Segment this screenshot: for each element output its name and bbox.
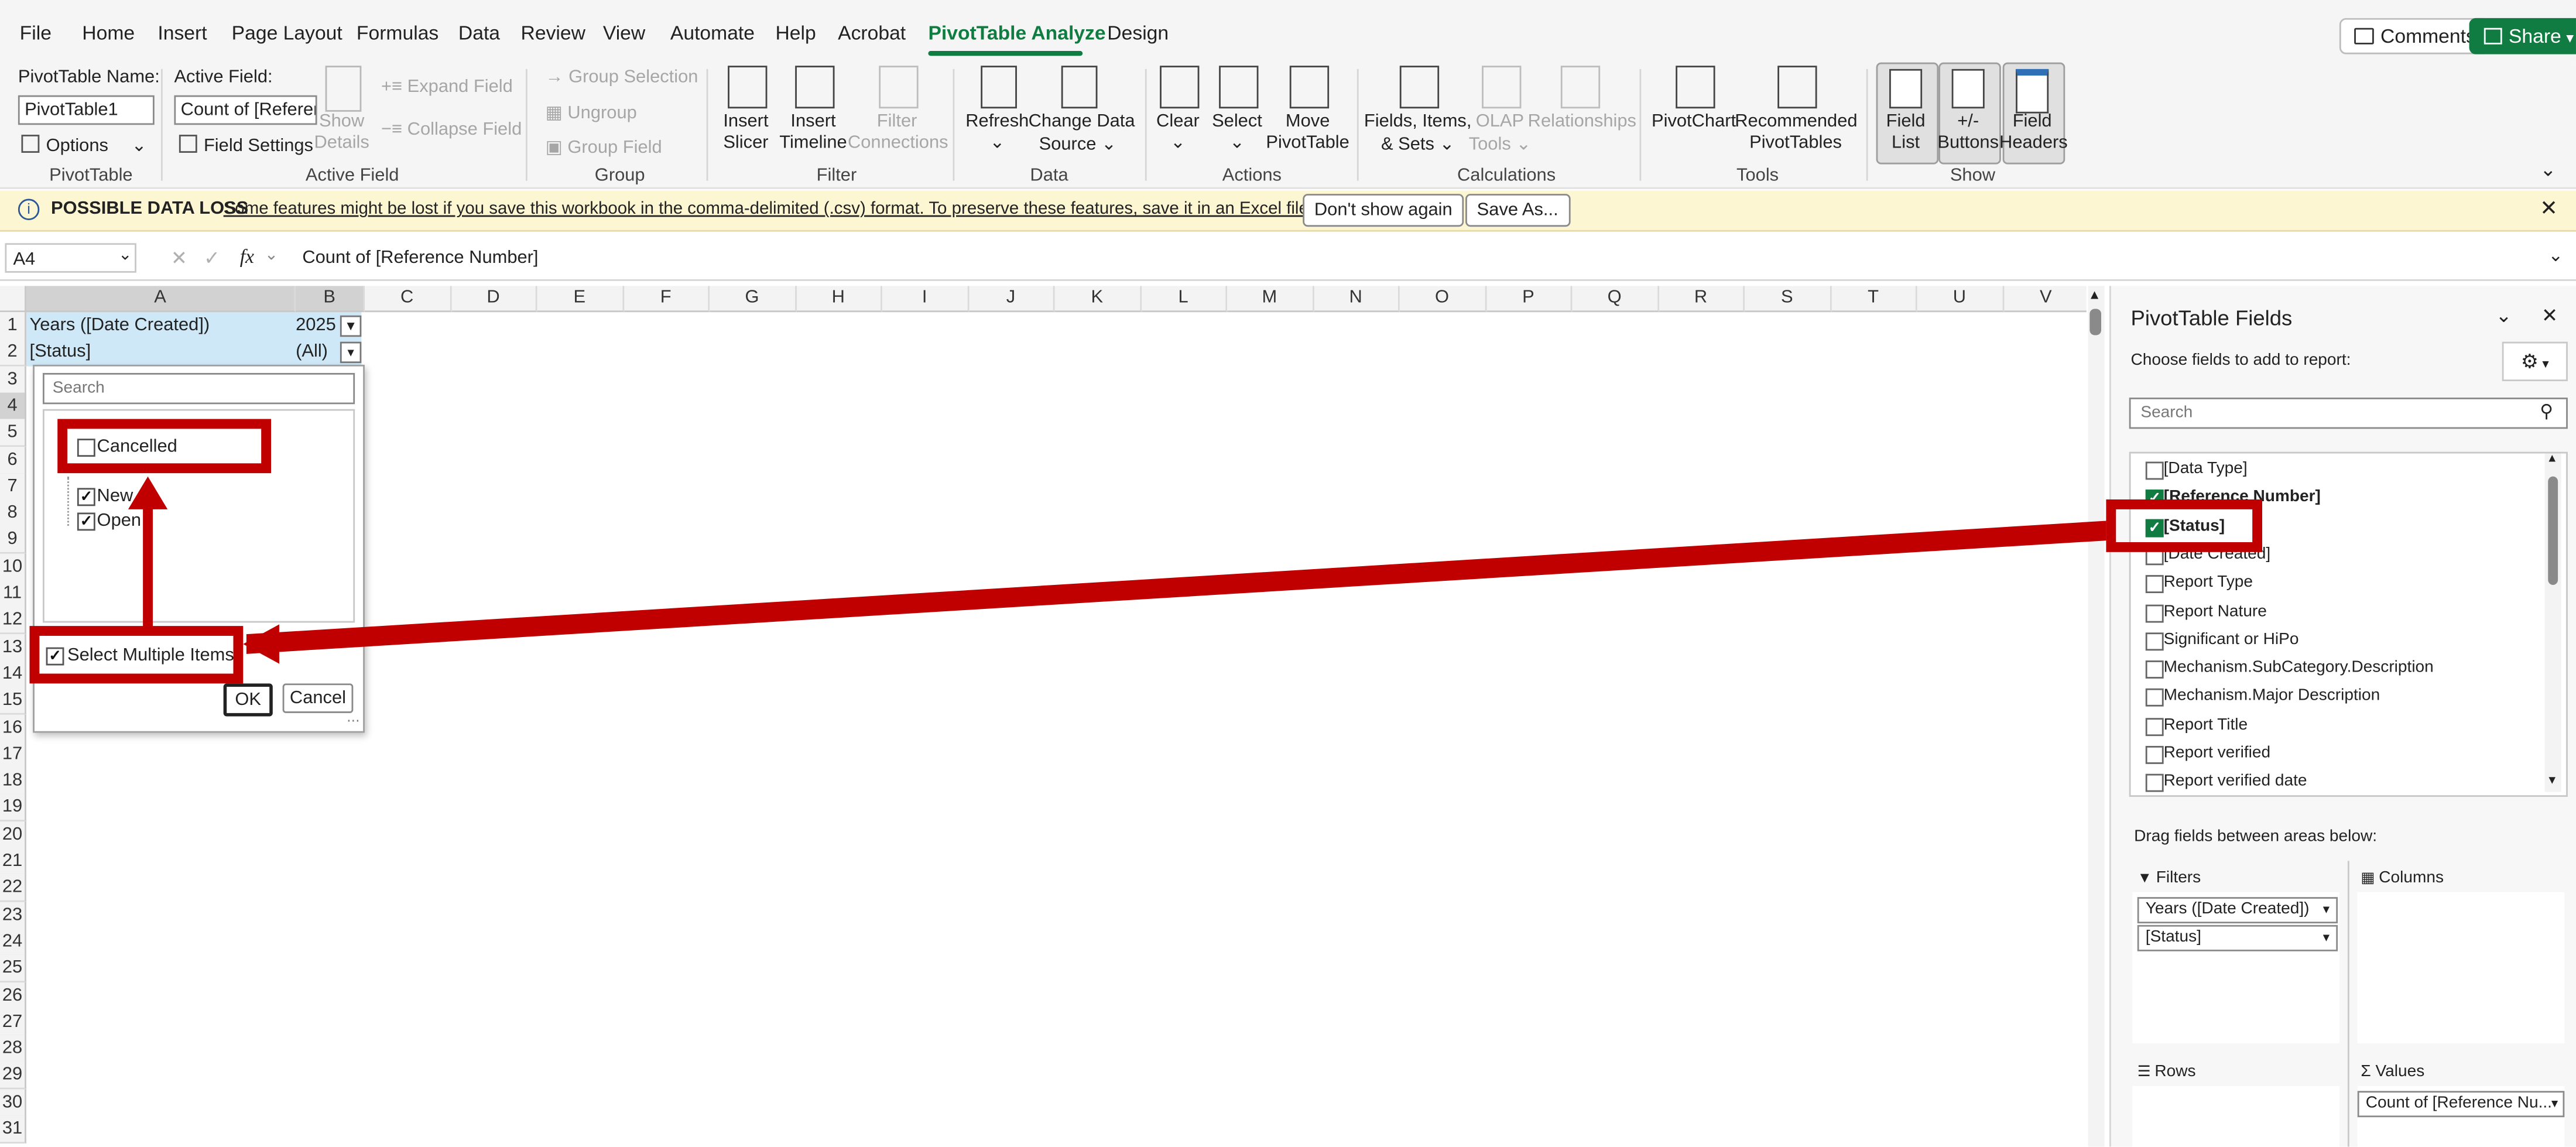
annotation-arrow-diagonal [246,521,2106,654]
annotation-arrowhead-left [243,624,280,664]
annotation-arrowhead-up [128,476,168,509]
excel-window: File Home Insert Page Layout Formulas Da… [0,0,2576,1147]
annotation-arrows [128,476,2106,664]
